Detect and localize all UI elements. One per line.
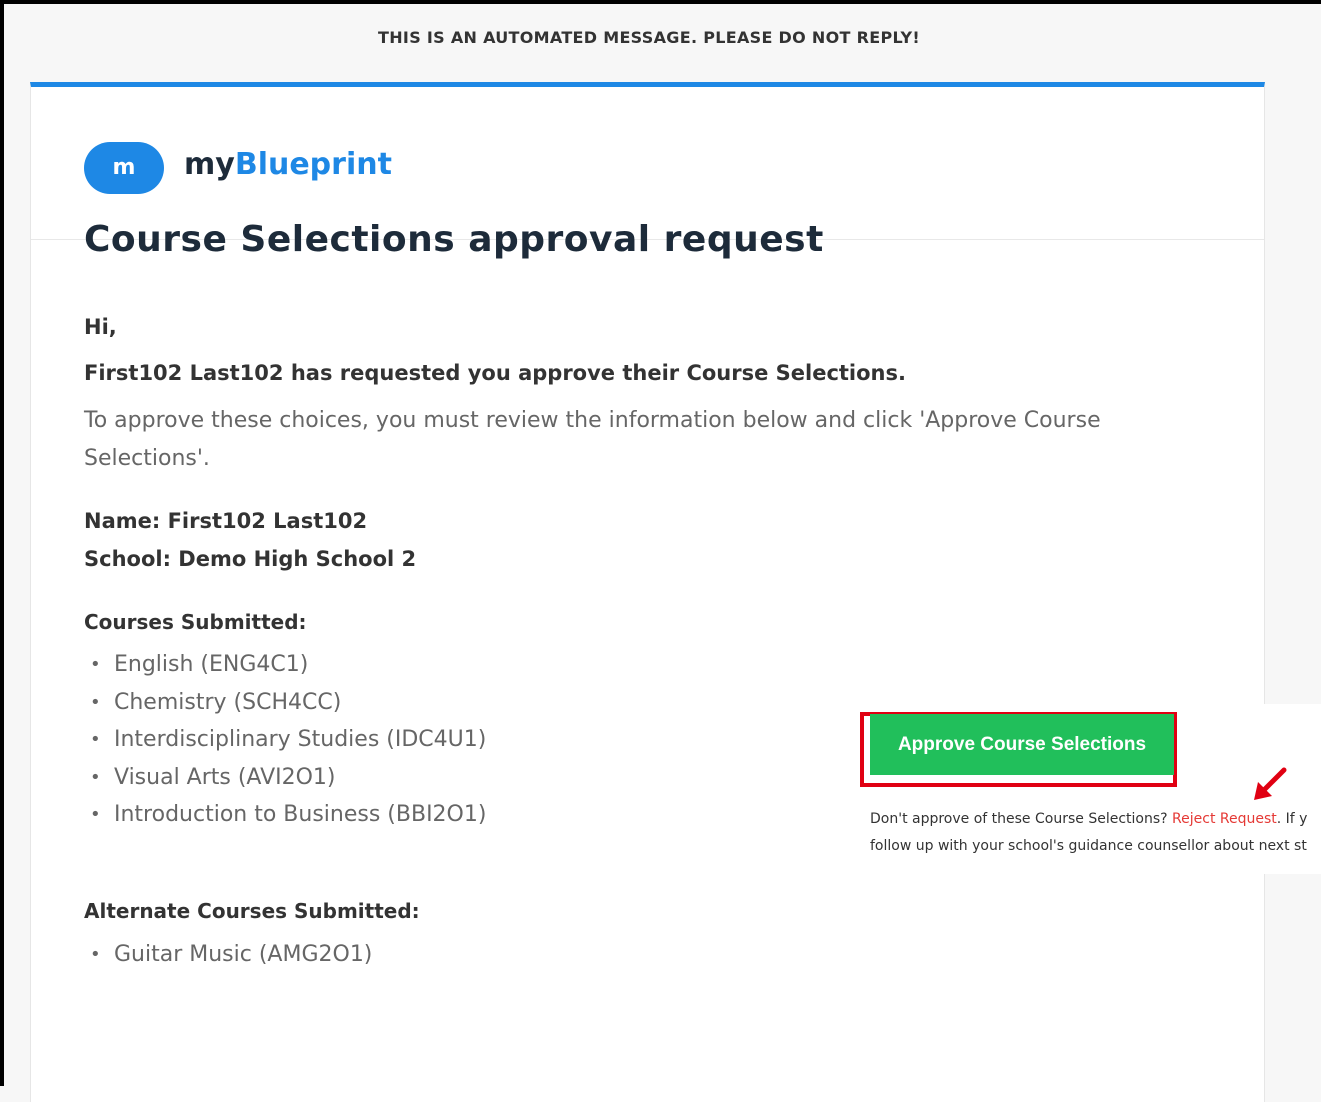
reject-suffix: . If y (1276, 811, 1308, 827)
myblueprint-logo-icon: m (84, 142, 164, 194)
brand-header: m myBlueprint (31, 87, 1264, 240)
logo-glyph: m (112, 155, 136, 180)
student-name: Name: First102 Last102 (84, 509, 368, 533)
course-item: Chemistry (SCH4CC) (84, 684, 486, 722)
automated-notice: THIS IS AN AUTOMATED MESSAGE. PLEASE DO … (378, 28, 920, 47)
instruction-text: To approve these choices, you must revie… (84, 408, 1101, 471)
course-item: Introduction to Business (BBI2O1) (84, 796, 486, 834)
brand-name-part1: my (184, 147, 235, 182)
request-message: First102 Last102 has requested you appro… (84, 361, 906, 385)
courses-heading: Courses Submitted: (84, 610, 307, 634)
reject-text: Don't approve of these Course Selections… (870, 806, 1321, 860)
approve-panel: Approve Course Selections Don't approve … (860, 704, 1321, 874)
brand-name: myBlueprint (184, 147, 392, 182)
reject-prefix: Don't approve of these Course Selections… (870, 811, 1173, 827)
greeting: Hi, (84, 315, 117, 339)
course-item: English (ENG4C1) (84, 646, 486, 684)
email-viewport: THIS IS AN AUTOMATED MESSAGE. PLEASE DO … (0, 0, 1321, 1102)
reject-request-link[interactable]: Reject Request (1172, 811, 1277, 827)
email-title: Course Selections approval request (84, 219, 824, 260)
red-arrow-icon (1254, 767, 1287, 800)
alternate-courses-heading: Alternate Courses Submitted: (84, 899, 420, 923)
course-item: Visual Arts (AVI2O1) (84, 759, 486, 797)
course-item: Interdisciplinary Studies (IDC4U1) (84, 721, 486, 759)
reject-followup: follow up with your school's guidance co… (870, 838, 1307, 854)
student-school: School: Demo High School 2 (84, 547, 417, 571)
courses-list: English (ENG4C1) Chemistry (SCH4CC) Inte… (84, 646, 486, 834)
alternate-course-item: Guitar Music (AMG2O1) (84, 936, 372, 974)
brand-name-part2: Blueprint (234, 147, 392, 182)
alternate-courses-list: Guitar Music (AMG2O1) (84, 936, 372, 974)
approve-course-selections-button[interactable]: Approve Course Selections (870, 714, 1174, 775)
